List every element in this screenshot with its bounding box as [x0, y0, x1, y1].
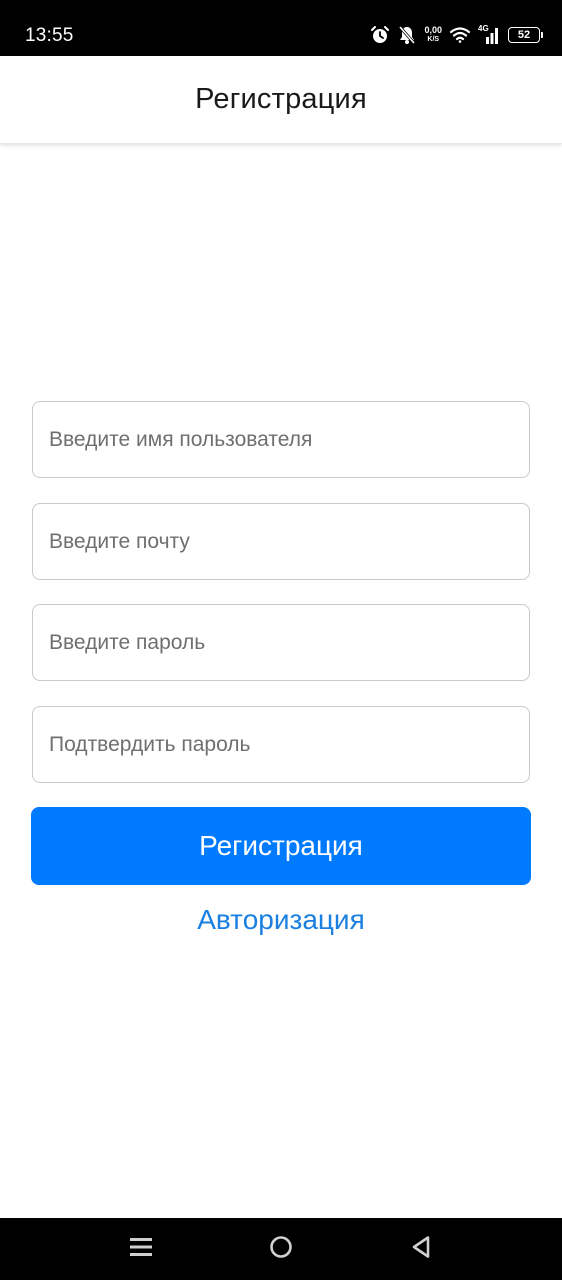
login-link[interactable]: Авторизация: [0, 904, 562, 936]
password-input[interactable]: [32, 604, 530, 681]
status-time: 13:55: [25, 25, 74, 46]
register-button[interactable]: Регистрация: [31, 807, 531, 885]
navigation-bar: [0, 1218, 562, 1280]
username-input[interactable]: [32, 401, 530, 478]
status-icons: 0,00 K/S 4G 52: [370, 22, 543, 48]
status-bar: 13:55 0,00 K/S 4G 52: [0, 0, 562, 56]
page-title: Регистрация: [195, 83, 367, 115]
net-speed-unit: K/S: [427, 36, 440, 43]
net-speed-value: 0,00: [424, 25, 442, 35]
confirm-password-input[interactable]: [32, 706, 530, 783]
home-icon: [269, 1235, 293, 1264]
wifi-icon: [450, 27, 470, 43]
alarm-icon: [370, 25, 390, 45]
home-button[interactable]: [241, 1218, 321, 1280]
battery-level: 52: [517, 29, 531, 41]
menu-button[interactable]: [101, 1218, 181, 1280]
email-input[interactable]: [32, 503, 530, 580]
back-icon: [410, 1235, 432, 1264]
menu-icon: [129, 1236, 153, 1263]
back-button[interactable]: [381, 1218, 461, 1280]
bell-muted-icon: [398, 25, 416, 45]
net-speed: 0,00 K/S: [424, 26, 442, 44]
app-header: Регистрация: [0, 56, 562, 144]
signal-icon: 4G: [478, 24, 500, 44]
battery-icon: 52: [508, 27, 543, 43]
